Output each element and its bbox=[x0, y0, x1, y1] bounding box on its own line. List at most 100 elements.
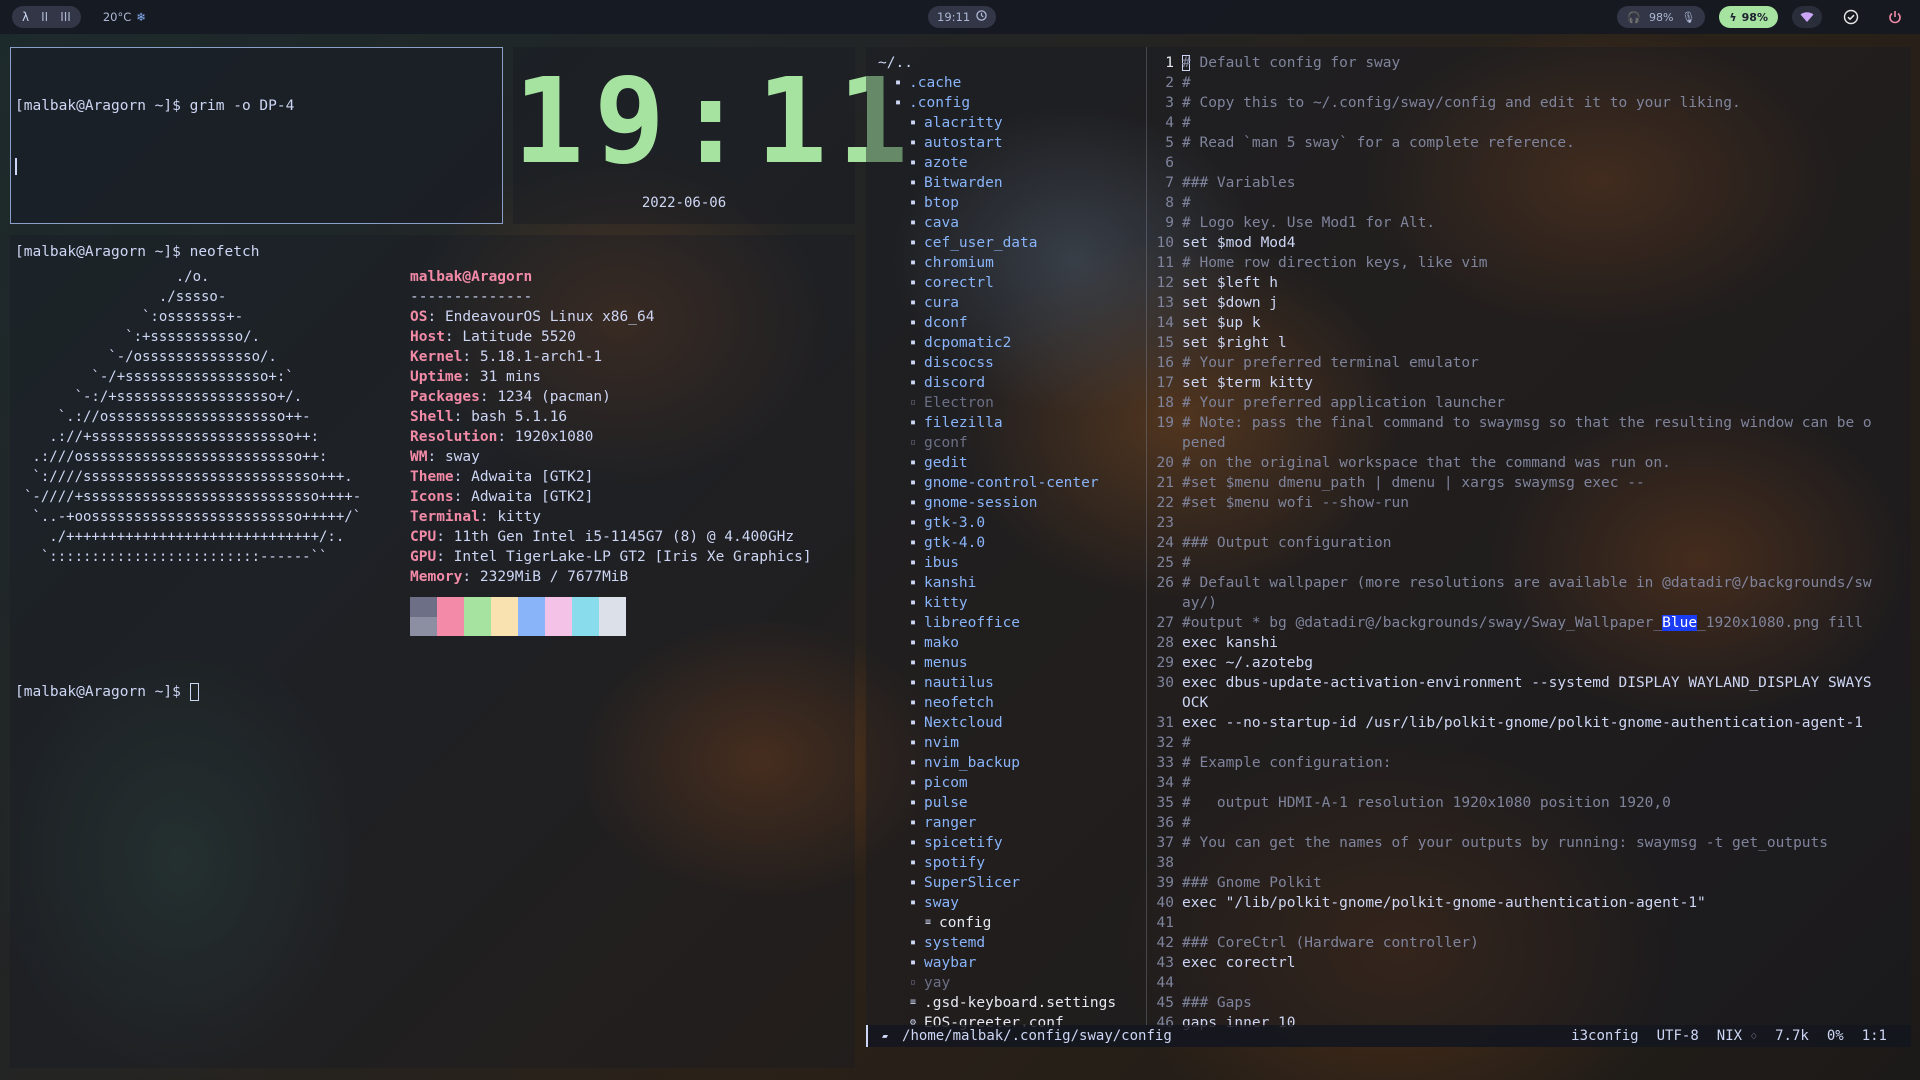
code-segment: set $right l bbox=[1182, 335, 1287, 351]
tree-folder[interactable]: ▪ chromium bbox=[876, 253, 1146, 273]
code-text: set $right l bbox=[1182, 333, 1287, 353]
terminal-neofetch[interactable]: [malbak@Aragorn ~]$ neofetch ./o. ./ssss… bbox=[10, 235, 855, 1068]
code-segment: exec "/lib/polkit-gnome/polkit-gnome-aut… bbox=[1182, 895, 1706, 911]
tree-folder[interactable]: ▪ nvim bbox=[876, 733, 1146, 753]
notifications-check-icon[interactable] bbox=[1836, 6, 1866, 28]
tree-folder[interactable]: ▪ cef_user_data bbox=[876, 233, 1146, 253]
tree-folder[interactable]: ▪ SuperSlicer bbox=[876, 873, 1146, 893]
line-number: 15 bbox=[1156, 335, 1174, 351]
tree-folder[interactable]: ▫ gconf bbox=[876, 433, 1146, 453]
tree-folder[interactable]: ▪ pulse bbox=[876, 793, 1146, 813]
code-line: 23 bbox=[1148, 513, 1911, 533]
tree-item-label: neofetch bbox=[924, 695, 994, 711]
tree-folder[interactable]: ▪ btop bbox=[876, 193, 1146, 213]
status-position: 1:1 bbox=[1861, 1028, 1887, 1044]
bar-clock[interactable]: 19:11 bbox=[928, 6, 997, 28]
tree-folder[interactable]: ▪ kitty bbox=[876, 593, 1146, 613]
code-line: 26 # Default wallpaper (more resolutions … bbox=[1148, 573, 1911, 593]
power-icon[interactable] bbox=[1880, 6, 1910, 28]
tree-folder[interactable]: ▪ .config bbox=[876, 93, 1146, 113]
tree-folder[interactable]: ▪ .cache bbox=[876, 73, 1146, 93]
code-segment: # output HDMI-A-1 resolution 1920x1080 p… bbox=[1182, 795, 1671, 811]
nvim-window[interactable]: ~/.. ▪ .cache ▪ .config ▪ alacritty ▪ autostart… bbox=[866, 47, 1911, 1047]
tree-folder[interactable]: ▪ Bitwarden bbox=[876, 173, 1146, 193]
tree-folder[interactable]: ▪ filezilla bbox=[876, 413, 1146, 433]
tree-folder[interactable]: ▪ neofetch bbox=[876, 693, 1146, 713]
folder-icon: ▪ bbox=[909, 317, 917, 328]
line-number: 16 bbox=[1156, 355, 1174, 371]
wifi-icon[interactable] bbox=[1792, 6, 1822, 28]
tree-folder[interactable]: ▪ spotify bbox=[876, 853, 1146, 873]
weather-widget[interactable]: 20°C ❄ bbox=[103, 10, 146, 24]
tree-folder[interactable]: ▪ gnome-control-center bbox=[876, 473, 1146, 493]
tree-folder[interactable]: ▪ discord bbox=[876, 373, 1146, 393]
code-text: ### Gnome Polkit bbox=[1182, 873, 1322, 893]
tree-folder[interactable]: ▪ libreoffice bbox=[876, 613, 1146, 633]
terminal-grim[interactable]: [malbak@Aragorn ~]$ grim -o DP-4 bbox=[10, 47, 503, 224]
tree-folder[interactable]: ▪ Nextcloud bbox=[876, 713, 1146, 733]
tree-folder[interactable]: ▪ menus bbox=[876, 653, 1146, 673]
tree-folder[interactable]: ▪ azote bbox=[876, 153, 1146, 173]
terminal-command-line: [malbak@Aragorn ~]$ grim -o DP-4 bbox=[15, 98, 295, 114]
code-line: 41 bbox=[1148, 913, 1911, 933]
logo-line: `-/ossssssssssssso/. bbox=[24, 349, 277, 365]
code-line: 16 # Your preferred terminal emulator bbox=[1148, 353, 1911, 373]
color-swatch bbox=[464, 597, 491, 636]
workspace-1[interactable]: λ bbox=[22, 10, 29, 24]
code-editor[interactable]: 1 # Default config for sway 2 #3 # Copy this… bbox=[1148, 53, 1911, 1033]
logo-line: `:::::::::::::::::::::::::------`` bbox=[24, 549, 328, 565]
tree-folder[interactable]: ▪ alacritty bbox=[876, 113, 1146, 133]
tree-folder[interactable]: ▪ cava bbox=[876, 213, 1146, 233]
tree-folder[interactable]: ▪ waybar bbox=[876, 953, 1146, 973]
tree-folder[interactable]: ▪ dcpomatic2 bbox=[876, 333, 1146, 353]
tree-folder[interactable]: ▪ dconf bbox=[876, 313, 1146, 333]
code-text: # bbox=[1182, 193, 1191, 213]
tree-item-label: waybar bbox=[924, 955, 977, 971]
folder-icon: ▪ bbox=[909, 237, 917, 248]
line-number: 30 bbox=[1156, 675, 1174, 691]
line-number: 1 bbox=[1165, 55, 1174, 71]
tree-item-label: kanshi bbox=[924, 575, 977, 591]
file-icon: ≡ bbox=[924, 917, 932, 928]
tree-folder[interactable]: ▪ sway bbox=[876, 893, 1146, 913]
tree-root[interactable]: ~/.. bbox=[876, 53, 1146, 73]
tree-folder[interactable]: ▪ ibus bbox=[876, 553, 1146, 573]
tree-folder[interactable]: ▫ yay bbox=[876, 973, 1146, 993]
folder-icon: ▪ bbox=[909, 157, 917, 168]
info-key: Theme bbox=[410, 469, 454, 485]
tree-folder[interactable]: ▪ gedit bbox=[876, 453, 1146, 473]
tree-folder[interactable]: ▪ autostart bbox=[876, 133, 1146, 153]
tree-file[interactable]: ≡ .gsd-keyboard.settings bbox=[876, 993, 1146, 1013]
tree-folder[interactable]: ▪ nautilus bbox=[876, 673, 1146, 693]
tree-folder[interactable]: ▪ discocss bbox=[876, 353, 1146, 373]
tree-folder[interactable]: ▪ ranger bbox=[876, 813, 1146, 833]
code-line: 5 # Read `man 5 sway` for a complete refe… bbox=[1148, 133, 1911, 153]
line-number: 7 bbox=[1165, 175, 1174, 191]
tree-folder[interactable]: ▪ systemd bbox=[876, 933, 1146, 953]
code-text: # on the original workspace that the com… bbox=[1182, 453, 1671, 473]
info-row: Icons: Adwaita [GTK2] bbox=[410, 489, 594, 505]
tree-item-label: spicetify bbox=[924, 835, 1003, 851]
tree-folder[interactable]: ▪ nvim_backup bbox=[876, 753, 1146, 773]
tree-folder[interactable]: ▪ kanshi bbox=[876, 573, 1146, 593]
tree-folder[interactable]: ▪ cura bbox=[876, 293, 1146, 313]
tree-folder[interactable]: ▪ gtk-3.0 bbox=[876, 513, 1146, 533]
tree-file[interactable]: ≡ config bbox=[876, 913, 1146, 933]
workspace-2[interactable]: II bbox=[41, 10, 48, 24]
battery-widget[interactable]: ϟ 98% bbox=[1719, 6, 1778, 28]
audio-widget[interactable]: 🎧 98% 🎙 bbox=[1617, 6, 1706, 28]
folder-icon: ▪ bbox=[909, 637, 917, 648]
temperature: 20°C bbox=[102, 10, 132, 24]
code-line: 11 # Home row direction keys, like vim bbox=[1148, 253, 1911, 273]
tree-folder[interactable]: ▪ corectrl bbox=[876, 273, 1146, 293]
code-segment: # bbox=[1182, 815, 1191, 831]
tree-folder[interactable]: ▪ gtk-4.0 bbox=[876, 533, 1146, 553]
tree-folder[interactable]: ▪ spicetify bbox=[876, 833, 1146, 853]
tree-folder[interactable]: ▫ Electron bbox=[876, 393, 1146, 413]
tree-folder[interactable]: ▪ picom bbox=[876, 773, 1146, 793]
code-line: 35 # output HDMI-A-1 resolution 1920x1080… bbox=[1148, 793, 1911, 813]
tree-folder[interactable]: ▪ mako bbox=[876, 633, 1146, 653]
code-line: 27 #output * bg @datadir@/backgrounds/swa… bbox=[1148, 613, 1911, 633]
workspace-3[interactable]: III bbox=[60, 10, 71, 24]
tree-folder[interactable]: ▪ gnome-session bbox=[876, 493, 1146, 513]
